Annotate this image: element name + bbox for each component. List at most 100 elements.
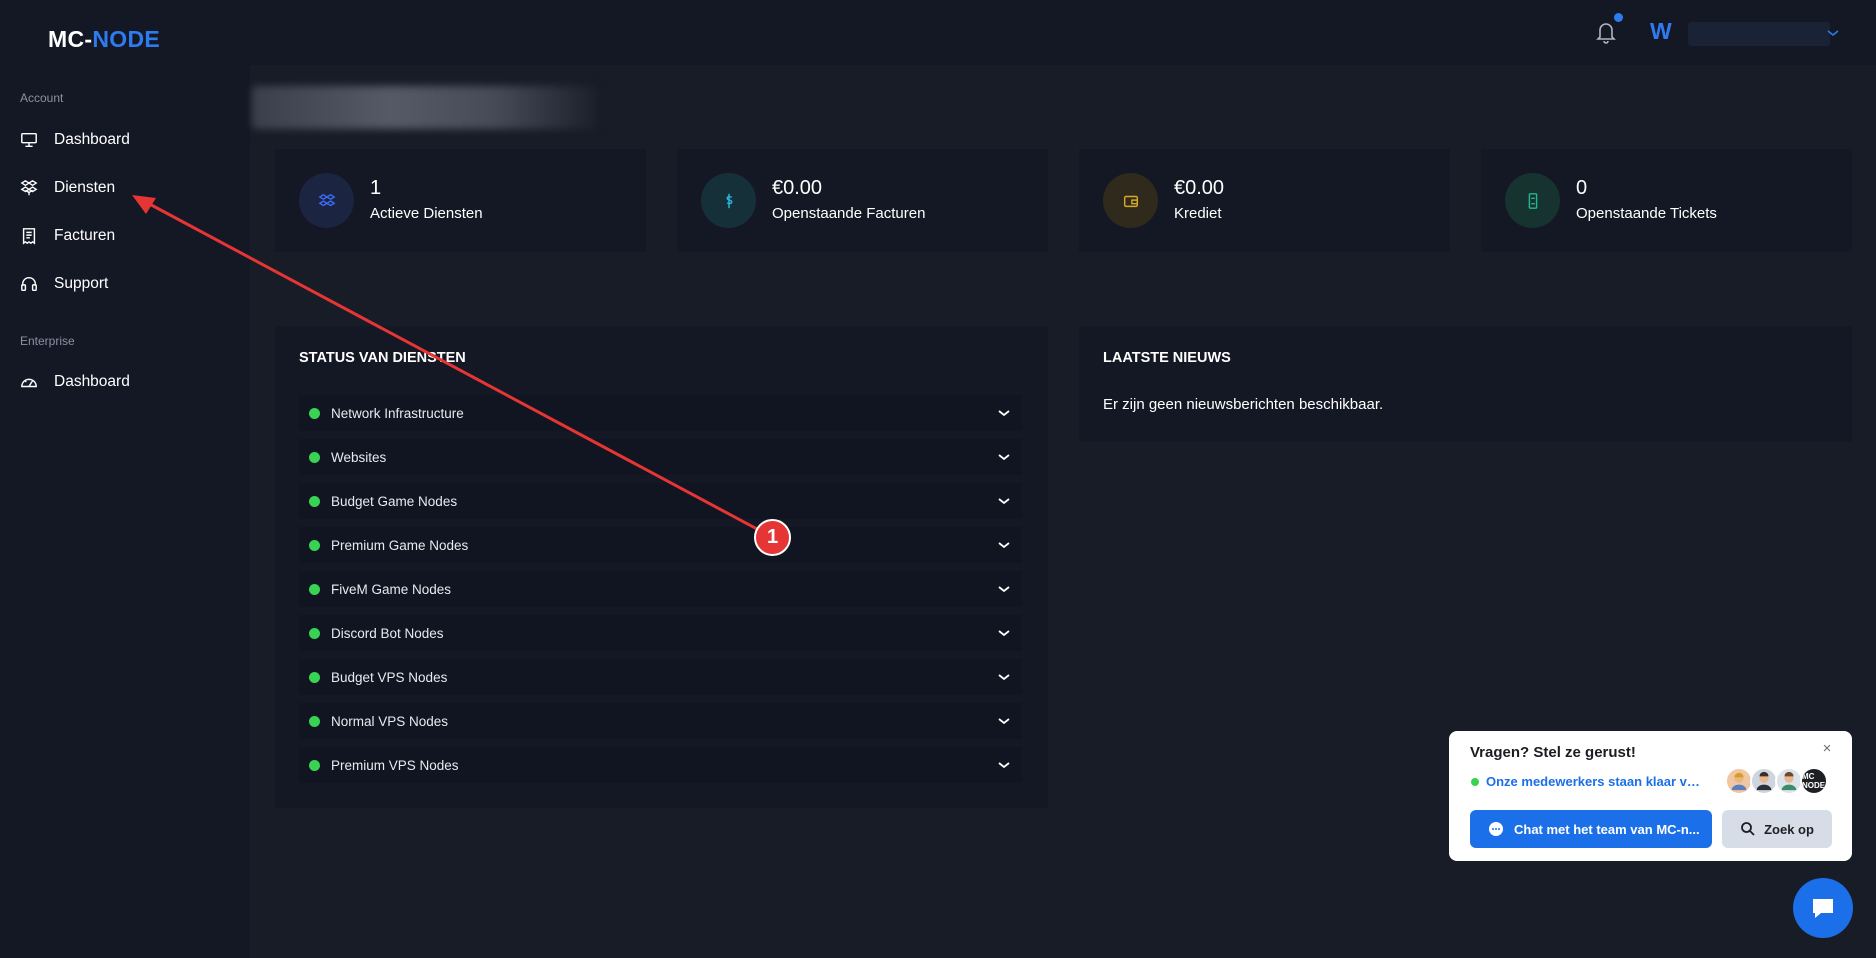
sidebar-item-enterprise-dashboard[interactable]: Dashboard [20,366,230,398]
nav-section-account: Account [20,91,64,105]
service-row[interactable]: Premium VPS Nodes [299,747,1022,783]
service-row[interactable]: Websites [299,439,1022,475]
boxes-icon [299,173,354,228]
panel-title: LAATSTE NIEUWS [1103,350,1231,366]
status-dot [309,627,320,639]
sidebar-item-label: Dashboard [54,131,130,148]
service-name: Budget VPS Nodes [331,669,448,685]
status-dot [309,759,320,771]
notification-dot [1614,13,1623,22]
service-name: Budget Game Nodes [331,493,458,509]
chat-button-label: Chat met het team van MC-n... [1514,821,1700,837]
wallet-icon [1103,173,1158,228]
chevron-down-icon [998,674,1010,681]
chevron-down-icon [998,630,1010,637]
stat-card-credit: €0.00 Krediet [1079,149,1450,252]
service-name: FiveM Game Nodes [331,581,452,597]
logo[interactable]: MC-NODE [48,26,160,53]
status-dot [309,407,320,419]
agent-avatar [1775,767,1803,795]
status-dot [309,583,320,595]
app-root: MC-NODE Account Dashboard Diensten Factu… [0,0,1876,958]
sidebar-item-label: Diensten [54,179,116,196]
logo-suffix: NODE [92,26,160,52]
stat-label: Krediet [1174,205,1222,222]
search-button-label: Zoek op [1764,821,1814,837]
stat-value: €0.00 [772,177,823,199]
service-name: Websites [331,449,387,465]
stat-label: Openstaande Tickets [1576,205,1717,222]
user-avatar-initial[interactable]: W [1650,18,1672,45]
sidebar-item-support[interactable]: Support [20,268,230,300]
stat-card-active-services: 1 Actieve Diensten [275,149,646,252]
headset-icon [20,275,38,293]
logo-prefix: MC- [48,26,93,52]
online-dot [1471,778,1479,786]
chevron-down-icon[interactable] [1826,26,1840,40]
ticket-icon [1505,173,1560,228]
sidebar-item-label: Facturen [54,227,116,244]
service-row[interactable]: FiveM Game Nodes [299,571,1022,607]
topbar [250,0,1876,65]
service-name: Premium VPS Nodes [331,757,459,773]
panel-title: STATUS VAN DIENSTEN [299,350,466,366]
service-row[interactable]: Premium Game Nodes [299,527,1022,563]
mc-node-agent-logo: MC NODE [1800,767,1828,795]
bell-icon[interactable] [1595,20,1617,44]
monitor-icon [20,131,38,149]
sidebar-item-label: Support [54,275,109,292]
chevron-down-icon [998,586,1010,593]
status-dot [309,671,320,683]
stat-card-open-tickets: 0 Openstaande Tickets [1481,149,1852,252]
chevron-down-icon [998,454,1010,461]
chat-bubble-icon [1489,822,1503,836]
chat-title: Vragen? Stel ze gerust! [1470,744,1636,761]
user-name-redacted[interactable] [1688,22,1830,46]
service-name: Normal VPS Nodes [331,713,449,729]
chevron-down-icon [998,718,1010,725]
service-row[interactable]: Normal VPS Nodes [299,703,1022,739]
gauge-icon [20,373,38,391]
stat-value: €0.00 [1174,177,1225,199]
news-panel: LAATSTE NIEUWS Er zijn geen nieuwsberich… [1079,326,1852,442]
search-button[interactable]: Zoek op [1722,810,1832,848]
chat-with-team-button[interactable]: Chat met het team van MC-n... [1470,810,1712,848]
chevron-down-icon [998,498,1010,505]
services-status-panel: STATUS VAN DIENSTEN Network Infrastructu… [275,326,1048,808]
agent-avatar [1725,767,1753,795]
status-dot [309,451,320,463]
chevron-down-icon [998,542,1010,549]
chat-launcher-button[interactable] [1793,878,1853,938]
search-icon [1741,822,1755,836]
chat-icon [1813,899,1833,918]
page-title-redacted [252,86,597,129]
chevron-down-icon [998,762,1010,769]
boxes-icon [20,179,38,197]
annotation-badge: 1 [754,519,791,556]
sidebar-item-facturen[interactable]: Facturen [20,220,230,252]
sidebar-item-diensten[interactable]: Diensten [20,172,230,204]
invoice-icon [20,227,38,245]
stat-label: Actieve Diensten [370,205,483,222]
chevron-down-icon [998,410,1010,417]
nav-section-enterprise: Enterprise [20,334,75,348]
status-dot [309,715,320,727]
stat-value: 1 [370,177,382,199]
news-empty-text: Er zijn geen nieuwsberichten beschikbaar… [1103,396,1384,413]
sidebar-item-dashboard[interactable]: Dashboard [20,124,230,156]
chat-status: Onze medewerkers staan klaar voor ... [1486,774,1706,789]
close-icon[interactable]: × [1819,741,1835,757]
service-name: Premium Game Nodes [331,537,469,553]
service-name: Discord Bot Nodes [331,625,444,641]
chat-agents: MC NODE [1725,767,1828,795]
service-row[interactable]: Discord Bot Nodes [299,615,1022,651]
service-row[interactable]: Budget Game Nodes [299,483,1022,519]
chat-widget: Vragen? Stel ze gerust! × Onze medewerke… [1449,731,1852,861]
stat-label: Openstaande Facturen [772,205,926,222]
service-name: Network Infrastructure [331,405,464,421]
service-row[interactable]: Budget VPS Nodes [299,659,1022,695]
stat-value: 0 [1576,177,1588,199]
service-row[interactable]: Network Infrastructure [299,395,1022,431]
sidebar-item-label: Dashboard [54,373,130,390]
status-dot [309,495,320,507]
